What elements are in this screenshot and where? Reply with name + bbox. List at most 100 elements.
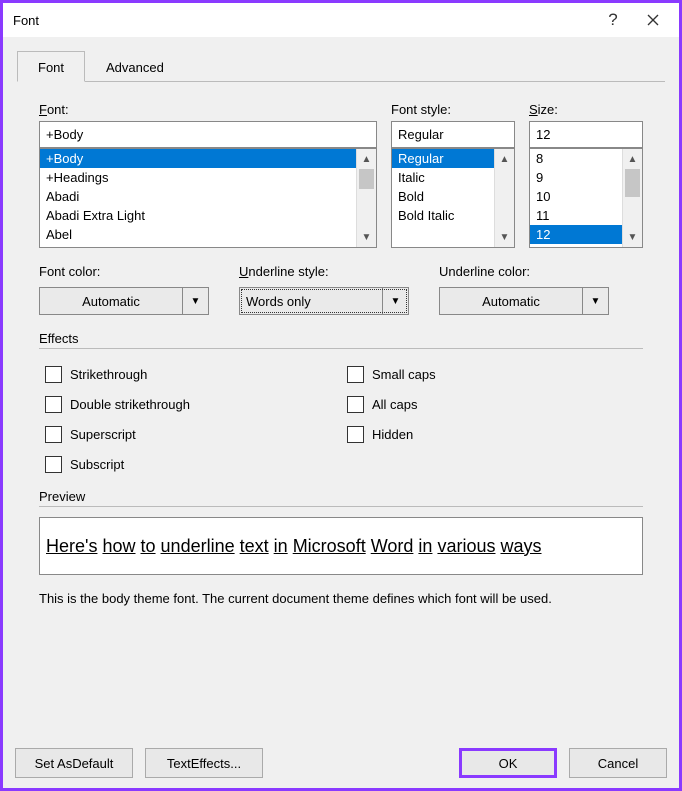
- scroll-thumb[interactable]: [625, 169, 640, 197]
- list-item[interactable]: 9: [530, 168, 622, 187]
- chevron-down-icon[interactable]: ▼: [583, 287, 609, 315]
- checkbox-icon: [347, 426, 364, 443]
- list-item[interactable]: Abadi: [40, 187, 356, 206]
- checkbox-icon: [347, 396, 364, 413]
- check-label: Strikethrough: [70, 367, 147, 382]
- divider: [39, 506, 643, 507]
- list-item[interactable]: +Body: [40, 149, 356, 168]
- font-input[interactable]: [39, 121, 377, 148]
- checkbox-icon: [347, 366, 364, 383]
- font-dialog: Font ? Font Advanced Font: +Body +Headin…: [0, 0, 682, 791]
- checkbox-icon: [45, 456, 62, 473]
- size-list-items: 8 9 10 11 12: [530, 149, 622, 247]
- underline-style-combo[interactable]: Words only ▼: [239, 287, 409, 315]
- scroll-track[interactable]: [623, 197, 642, 227]
- list-item[interactable]: Italic: [392, 168, 494, 187]
- scroll-down-icon[interactable]: ▼: [495, 227, 514, 247]
- list-item[interactable]: Bold Italic: [392, 206, 494, 225]
- scroll-up-icon[interactable]: ▲: [357, 149, 376, 169]
- scroll-thumb[interactable]: [359, 169, 374, 189]
- button-bar: Set As Default Text Effects... OK Cancel: [3, 748, 679, 778]
- list-item[interactable]: +Headings: [40, 168, 356, 187]
- underline-style-value: Words only: [239, 287, 383, 315]
- close-icon: [647, 14, 659, 26]
- tab-font[interactable]: Font: [17, 51, 85, 82]
- style-list-items: Regular Italic Bold Bold Italic: [392, 149, 494, 247]
- hidden-check[interactable]: Hidden: [341, 419, 643, 449]
- checkbox-icon: [45, 366, 62, 383]
- strikethrough-check[interactable]: Strikethrough: [39, 359, 341, 389]
- underline-color-block: Underline color: Automatic ▼: [439, 264, 609, 315]
- underline-color-value: Automatic: [439, 287, 583, 315]
- style-label: Font style:: [391, 102, 515, 117]
- check-label: Small caps: [372, 367, 436, 382]
- scroll-up-icon[interactable]: ▲: [623, 149, 642, 169]
- small-caps-check[interactable]: Small caps: [341, 359, 643, 389]
- effects-grid: Strikethrough Double strikethrough Super…: [39, 359, 643, 479]
- underline-style-block: Underline style: Words only ▼: [239, 264, 409, 315]
- all-caps-check[interactable]: All caps: [341, 389, 643, 419]
- check-label: Double strikethrough: [70, 397, 190, 412]
- superscript-check[interactable]: Superscript: [39, 419, 341, 449]
- size-column: Size: 8 9 10 11 12 ▲: [529, 102, 643, 248]
- size-scrollbar[interactable]: ▲ ▼: [622, 149, 642, 247]
- list-item[interactable]: Abel: [40, 225, 356, 244]
- underline-color-combo[interactable]: Automatic ▼: [439, 287, 609, 315]
- tab-advanced[interactable]: Advanced: [85, 51, 185, 82]
- tab-bar: Font Advanced: [17, 51, 665, 82]
- font-color-value: Automatic: [39, 287, 183, 315]
- set-default-button[interactable]: Set As Default: [15, 748, 133, 778]
- style-scrollbar[interactable]: ▲ ▼: [494, 149, 514, 247]
- help-button[interactable]: ?: [593, 5, 633, 35]
- list-item[interactable]: 10: [530, 187, 622, 206]
- font-label: Font:: [39, 102, 377, 117]
- underline-color-label: Underline color:: [439, 264, 609, 279]
- ok-button[interactable]: OK: [459, 748, 557, 778]
- list-item[interactable]: 11: [530, 206, 622, 225]
- effects-label: Effects: [39, 331, 643, 346]
- preview-group: Preview Here's how to underline text in …: [39, 489, 643, 606]
- scroll-track[interactable]: [495, 169, 514, 227]
- check-label: Superscript: [70, 427, 136, 442]
- font-color-label: Font color:: [39, 264, 209, 279]
- chevron-down-icon[interactable]: ▼: [183, 287, 209, 315]
- close-button[interactable]: [633, 5, 673, 35]
- scroll-up-icon[interactable]: ▲: [495, 149, 514, 169]
- style-list[interactable]: Regular Italic Bold Bold Italic ▲ ▼: [391, 148, 515, 248]
- scroll-down-icon[interactable]: ▼: [357, 227, 376, 247]
- list-item[interactable]: 12: [530, 225, 622, 244]
- titlebar: Font ?: [3, 3, 679, 37]
- font-scrollbar[interactable]: ▲ ▼: [356, 149, 376, 247]
- size-label: Size:: [529, 102, 643, 117]
- row-2: Font color: Automatic ▼ Underline style:…: [39, 264, 643, 315]
- size-input[interactable]: [529, 121, 643, 148]
- list-item[interactable]: Regular: [392, 149, 494, 168]
- check-label: All caps: [372, 397, 418, 412]
- style-column: Font style: Regular Italic Bold Bold Ita…: [391, 102, 515, 248]
- font-list-items: +Body +Headings Abadi Abadi Extra Light …: [40, 149, 356, 247]
- list-item[interactable]: 8: [530, 149, 622, 168]
- scroll-down-icon[interactable]: ▼: [623, 227, 642, 247]
- top-row: Font: +Body +Headings Abadi Abadi Extra …: [39, 102, 643, 248]
- font-color-block: Font color: Automatic ▼: [39, 264, 209, 315]
- scroll-track[interactable]: [357, 189, 376, 227]
- effects-col-left: Strikethrough Double strikethrough Super…: [39, 359, 341, 479]
- dialog-title: Font: [13, 13, 593, 28]
- font-color-combo[interactable]: Automatic ▼: [39, 287, 209, 315]
- subscript-check[interactable]: Subscript: [39, 449, 341, 479]
- divider: [39, 348, 643, 349]
- preview-text: Here's how to underline text in Microsof…: [46, 536, 542, 557]
- preview-description: This is the body theme font. The current…: [39, 591, 643, 606]
- double-strikethrough-check[interactable]: Double strikethrough: [39, 389, 341, 419]
- preview-label: Preview: [39, 489, 643, 504]
- font-column: Font: +Body +Headings Abadi Abadi Extra …: [39, 102, 377, 248]
- chevron-down-icon[interactable]: ▼: [383, 287, 409, 315]
- list-item[interactable]: Bold: [392, 187, 494, 206]
- list-item[interactable]: Abadi Extra Light: [40, 206, 356, 225]
- cancel-button[interactable]: Cancel: [569, 748, 667, 778]
- text-effects-button[interactable]: Text Effects...: [145, 748, 263, 778]
- style-input[interactable]: [391, 121, 515, 148]
- check-label: Hidden: [372, 427, 413, 442]
- size-list[interactable]: 8 9 10 11 12 ▲ ▼: [529, 148, 643, 248]
- font-list[interactable]: +Body +Headings Abadi Abadi Extra Light …: [39, 148, 377, 248]
